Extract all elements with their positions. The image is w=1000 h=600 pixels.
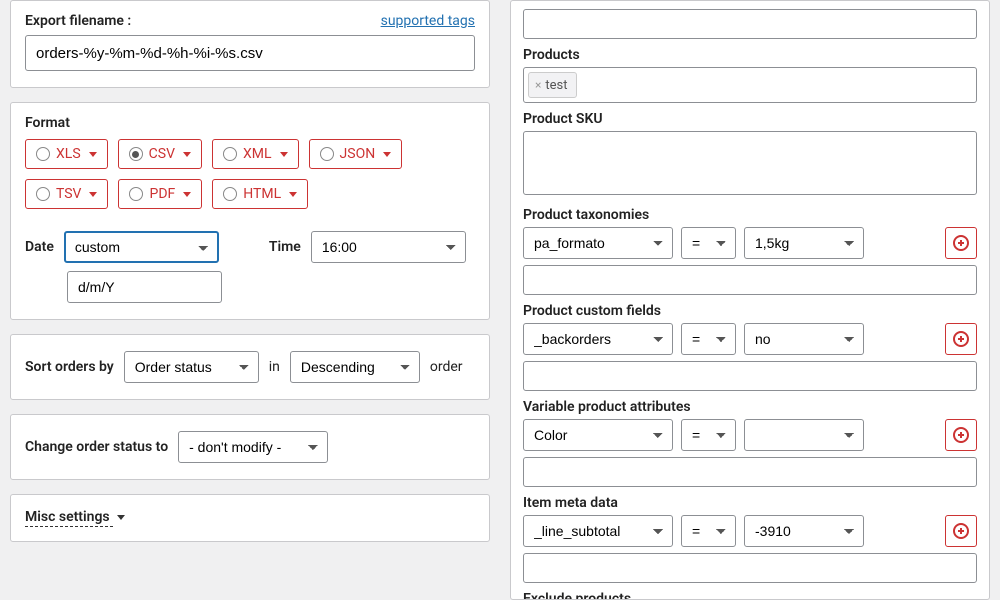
product-taxonomies-title: Product taxonomies [523, 207, 977, 223]
products-tagbox[interactable]: × test [523, 67, 977, 103]
format-option-xls[interactable]: XLS [25, 139, 108, 169]
product-sku-title: Product SKU [523, 111, 977, 127]
sort-in-label: in [269, 359, 280, 375]
date-mode-select[interactable]: custom [64, 231, 219, 263]
plus-icon [953, 235, 969, 251]
variable-attrs-add-button[interactable] [945, 419, 977, 451]
format-option-label: JSON [340, 146, 376, 162]
export-filename-label: Export filename : [25, 13, 131, 29]
format-option-label: HTML [243, 186, 281, 202]
sort-by-label: Sort orders by [25, 359, 114, 375]
format-option-label: TSV [56, 186, 81, 202]
caret-down-icon [383, 152, 391, 157]
radio-icon [129, 187, 143, 201]
format-option-html[interactable]: HTML [212, 179, 308, 209]
format-option-tsv[interactable]: TSV [25, 179, 108, 209]
format-option-label: CSV [149, 146, 175, 162]
products-title: Products [523, 47, 977, 63]
item-meta-extra-box[interactable] [523, 553, 977, 583]
variable-attrs-value-select[interactable] [744, 419, 864, 451]
taxonomies-value-select[interactable]: 1,5kg [744, 227, 864, 259]
item-meta-title: Item meta data [523, 495, 977, 511]
export-filename-input[interactable] [25, 35, 475, 71]
custom-fields-extra-box[interactable] [523, 361, 977, 391]
product-tag-label: test [545, 78, 567, 93]
variable-attrs-row: Color = [523, 419, 977, 451]
format-option-json[interactable]: JSON [309, 139, 403, 169]
top-empty-box[interactable] [523, 9, 977, 39]
taxonomies-field-select[interactable]: pa_formato [523, 227, 673, 259]
caret-down-icon [183, 152, 191, 157]
custom-fields-op-select[interactable]: = [681, 323, 736, 355]
custom-fields-title: Product custom fields [523, 303, 977, 319]
taxonomies-add-button[interactable] [945, 227, 977, 259]
radio-icon [36, 147, 50, 161]
variable-attrs-extra-box[interactable] [523, 457, 977, 487]
format-option-label: XML [243, 146, 272, 162]
custom-fields-add-button[interactable] [945, 323, 977, 355]
format-option-pdf[interactable]: PDF [118, 179, 202, 209]
variable-attrs-op-select[interactable]: = [681, 419, 736, 451]
export-filename-panel: Export filename : supported tags [10, 0, 490, 88]
date-format-input[interactable] [67, 271, 222, 303]
misc-settings-toggle[interactable]: Misc settings [25, 509, 113, 527]
radio-icon [223, 187, 237, 201]
custom-fields-value-select[interactable]: no [744, 323, 864, 355]
chevron-down-icon [117, 515, 125, 520]
close-icon[interactable]: × [535, 78, 541, 92]
item-meta-field-select[interactable]: _line_subtotal [523, 515, 673, 547]
item-meta-row: _line_subtotal = -3910 [523, 515, 977, 547]
radio-icon [36, 187, 50, 201]
change-status-panel: Change order status to - don't modify - [10, 414, 490, 480]
format-option-xml[interactable]: XML [212, 139, 299, 169]
change-status-label: Change order status to [25, 439, 168, 455]
caret-down-icon [89, 152, 97, 157]
variable-attrs-title: Variable product attributes [523, 399, 977, 415]
misc-settings-panel: Misc settings [10, 494, 490, 542]
radio-icon [223, 147, 237, 161]
taxonomies-op-select[interactable]: = [681, 227, 736, 259]
sort-field-select[interactable]: Order status [124, 351, 259, 383]
sort-suffix-label: order [430, 359, 463, 375]
taxonomies-extra-box[interactable] [523, 265, 977, 295]
custom-fields-row: _backorders = no [523, 323, 977, 355]
item-meta-value-select[interactable]: -3910 [744, 515, 864, 547]
change-status-select[interactable]: - don't modify - [178, 431, 328, 463]
plus-icon [953, 523, 969, 539]
item-meta-op-select[interactable]: = [681, 515, 736, 547]
sort-direction-select[interactable]: Descending [290, 351, 420, 383]
sort-panel: Sort orders by Order status in Descendin… [10, 334, 490, 400]
radio-icon [320, 147, 334, 161]
caret-down-icon [280, 152, 288, 157]
caret-down-icon [183, 192, 191, 197]
custom-fields-field-select[interactable]: _backorders [523, 323, 673, 355]
time-label: Time [269, 239, 301, 255]
format-option-label: XLS [56, 146, 81, 162]
plus-icon [953, 331, 969, 347]
variable-attrs-field-select[interactable]: Color [523, 419, 673, 451]
format-option-label: PDF [149, 186, 175, 202]
format-options: XLS CSV XML JSON TSV PDF HTML [25, 139, 475, 209]
supported-tags-link[interactable]: supported tags [381, 13, 475, 29]
product-tag[interactable]: × test [528, 72, 577, 98]
caret-down-icon [289, 192, 297, 197]
product-filters-panel: Products × test Product SKU Product taxon… [510, 0, 990, 600]
date-label: Date [25, 239, 54, 255]
time-select[interactable]: 16:00 [311, 231, 466, 263]
product-sku-textarea[interactable] [523, 131, 977, 195]
radio-icon [129, 147, 143, 161]
exclude-products-title: Exclude products [523, 591, 977, 600]
format-panel: Format XLS CSV XML JSON TSV PDF HTML Date cust… [10, 102, 490, 320]
format-label: Format [25, 115, 475, 131]
taxonomies-row: pa_formato = 1,5kg [523, 227, 977, 259]
caret-down-icon [89, 192, 97, 197]
format-option-csv[interactable]: CSV [118, 139, 202, 169]
plus-icon [953, 427, 969, 443]
item-meta-add-button[interactable] [945, 515, 977, 547]
